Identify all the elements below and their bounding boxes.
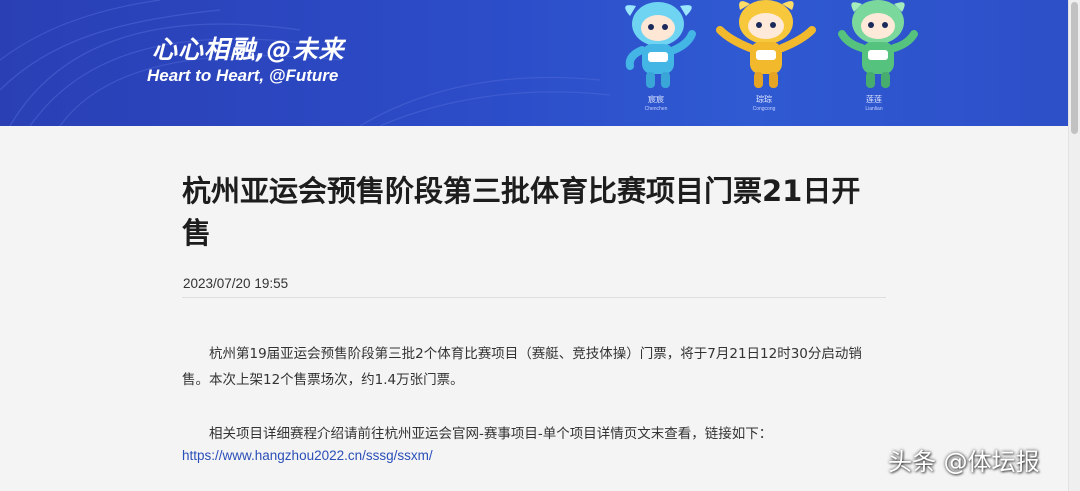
mascot-name-congcong: 琮琮 [756, 95, 772, 104]
page-scrollbar[interactable] [1068, 0, 1080, 491]
article-body: 杭州亚运会预售阶段第三批体育比赛项目门票21日开售 2023/07/20 19:… [0, 126, 1068, 491]
mascot-congcong-image [716, 0, 816, 88]
article-paragraph-2: 相关项目详细赛程介绍请前往杭州亚运会官网-赛事项目-单个项目详情页文末查看，链接… [209, 426, 773, 442]
article-paragraph-1: 杭州第19届亚运会预售阶段第三批2个体育比赛项目（赛艇、竞技体操）门票，将于7月… [182, 346, 862, 388]
header-banner: 心心相融,@未来 Heart to Heart, @Future 宸宸 Chen… [0, 0, 1068, 126]
mascot-roman-lianlian: Lianlian [865, 106, 883, 112]
mascot-lianlian-image [838, 0, 918, 88]
mascot-roman-congcong: Congcong [752, 106, 776, 112]
slogan-chinese: 心心相融,@未来 [152, 35, 345, 64]
mascot-roman-chenchen: Chenchen [644, 106, 668, 112]
scrollbar-thumb[interactable] [1071, 2, 1078, 134]
mascot-name-chenchen: 宸宸 [648, 95, 664, 104]
mascot-name-lianlian: 莲莲 [866, 95, 882, 104]
source-watermark: 头条 @体坛报 [888, 448, 1040, 476]
title-divider [182, 297, 886, 298]
slogan-english: Heart to Heart, @Future [147, 66, 339, 85]
article-title: 杭州亚运会预售阶段第三批体育比赛项目门票21日开售 [182, 174, 861, 250]
publish-date: 2023/07/20 19:55 [183, 276, 289, 291]
mascot-chenchen-image [625, 2, 696, 88]
official-site-link[interactable]: https://www.hangzhou2022.cn/sssg/ssxm/ [182, 448, 433, 463]
